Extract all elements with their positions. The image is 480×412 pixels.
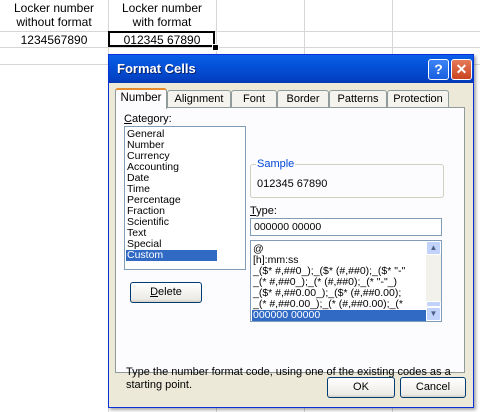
type-listbox[interactable]: @ [h]:mm:ss _($* #,##0_);_($* (#,##0);_(… [250, 240, 442, 322]
tab-number[interactable]: Number [115, 88, 167, 109]
dialog-title: Format Cells [117, 61, 196, 76]
row-divider [0, 47, 480, 48]
cancel-button[interactable]: Cancel [400, 377, 466, 398]
ok-button[interactable]: OK [327, 377, 395, 398]
type-item-selected[interactable]: 000000 00000 [252, 310, 427, 321]
help-button[interactable]: ? [428, 59, 449, 80]
category-label: Category: [124, 113, 172, 125]
fill-handle[interactable] [212, 44, 219, 51]
header-cell-without-format[interactable]: Locker number without format [0, 1, 108, 29]
number-tab-panel: Category: General Number Currency Accoun… [115, 107, 465, 391]
dialog-titlebar[interactable]: Format Cells ? ✕ [109, 55, 473, 83]
category-item-custom[interactable]: Custom [126, 250, 217, 261]
sample-value: 012345 67890 [257, 178, 328, 190]
tab-border[interactable]: Border [277, 90, 329, 107]
format-cells-dialog: Format Cells ? ✕ Number Alignment Font B… [108, 54, 474, 408]
tab-font[interactable]: Font [231, 90, 277, 107]
scroll-down-icon[interactable]: ▼ [426, 307, 441, 321]
close-button[interactable]: ✕ [451, 59, 472, 80]
active-cell-border [108, 31, 215, 47]
sample-label: Sample [256, 158, 296, 170]
header-cell-with-format[interactable]: Locker number with format [108, 1, 216, 29]
delete-button[interactable]: Delete [130, 282, 202, 303]
tab-patterns[interactable]: Patterns [329, 90, 387, 107]
value-cell-without-format[interactable]: 1234567890 [0, 33, 108, 47]
type-input[interactable]: 000000 00000 [250, 218, 442, 236]
row-divider [0, 31, 480, 32]
category-listbox[interactable]: General Number Currency Accounting Date … [124, 126, 246, 270]
scroll-up-icon[interactable]: ▲ [426, 241, 441, 255]
type-list-scrollbar[interactable]: ▲ ▼ [426, 241, 441, 321]
tab-protection[interactable]: Protection [387, 90, 449, 107]
type-label: Type: [250, 205, 277, 217]
tab-alignment[interactable]: Alignment [167, 90, 231, 107]
sample-group: Sample 012345 67890 [250, 158, 444, 198]
